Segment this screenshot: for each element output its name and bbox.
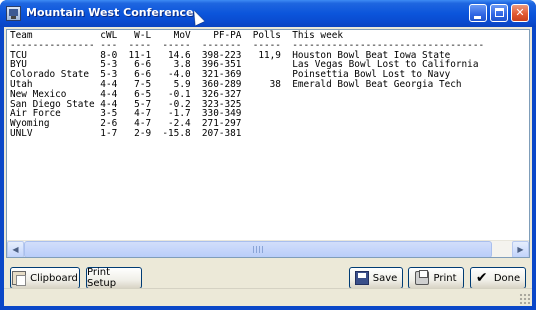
report-text-area[interactable]: Team cWL W-L MoV PF-PA Polls This week --… [6,29,530,258]
print-setup-label: Print Setup [87,267,117,289]
close-button[interactable]: ✕ [511,4,529,22]
clipboard-button[interactable]: Clipboard [10,267,80,289]
app-icon[interactable] [6,6,21,21]
clipboard-label: Clipboard [30,272,78,284]
maximize-icon [495,8,504,17]
standings-report: Team cWL W-L MoV PF-PA Polls This week --… [10,31,484,139]
horizontal-scrollbar[interactable]: ◀ ▶ [7,240,529,257]
done-label: Done [493,272,521,284]
scroll-right-button[interactable]: ▶ [512,241,529,257]
minimize-button[interactable] [469,4,487,22]
print-label: Print [433,272,457,284]
report-line: UNLV 1-7 2-9 -15.8 207-381 [10,127,242,139]
scroll-left-icon: ◀ [12,245,19,254]
print-button[interactable]: Print [408,267,464,289]
print-setup-button[interactable]: Print Setup [86,267,142,289]
printer-icon [415,270,430,285]
scroll-left-button[interactable]: ◀ [7,241,24,257]
thumb-grip [256,246,257,253]
floppy-disk-icon [354,271,369,285]
save-label: Save [372,272,398,284]
checkmark-icon: ✔ [475,270,488,286]
minimize-icon [474,16,481,19]
client-area: Team cWL W-L MoV PF-PA Polls This week --… [4,27,532,306]
window-title: Mountain West Conference [26,6,194,19]
report-window: Mountain West Conference ✕ Team cWL W-L … [0,0,536,310]
status-bar [4,288,532,306]
resize-grip-icon[interactable] [519,293,530,304]
maximize-button[interactable] [490,4,508,22]
thumb-grip [253,246,254,253]
title-bar[interactable]: Mountain West Conference ✕ [0,0,536,27]
thumb-grip [259,246,260,253]
scrollbar-thumb[interactable] [24,241,492,257]
close-icon: ✕ [515,6,525,19]
clipboard-icon [12,271,27,286]
scroll-right-icon: ▶ [517,245,524,254]
thumb-grip [262,246,263,253]
save-button[interactable]: Save [349,267,403,289]
done-button[interactable]: ✔ Done [470,267,526,289]
